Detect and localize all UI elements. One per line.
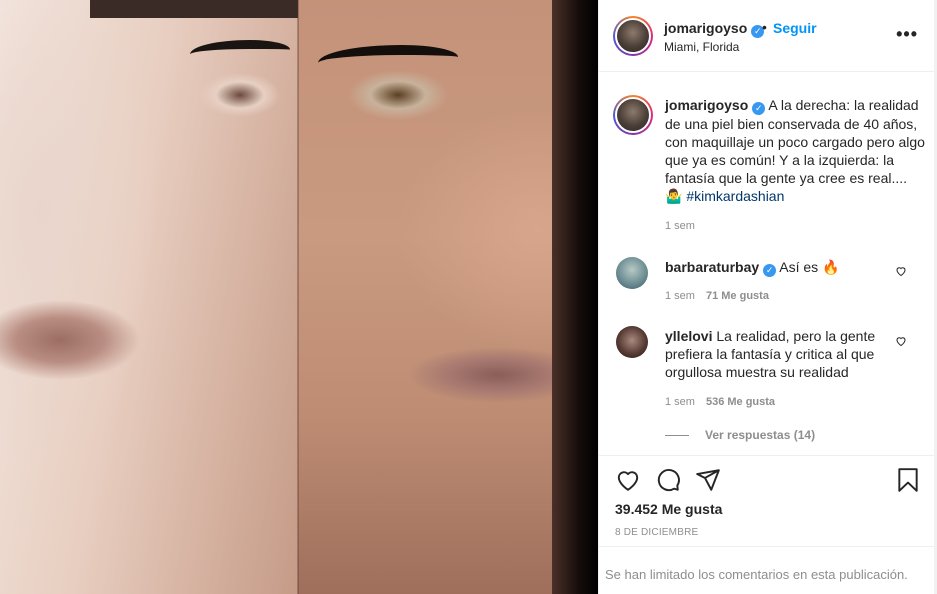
comment-text: Así es 🔥 (779, 259, 840, 275)
location-link[interactable]: Miami, Florida (664, 40, 739, 54)
caption-username[interactable]: jomarigoyso (665, 97, 748, 113)
avatar[interactable] (616, 257, 648, 289)
photo-lashes (318, 45, 458, 75)
comment-icon[interactable] (655, 467, 681, 493)
post-header: jomarigoyso ✓ • Seguir Miami, Florida ••• (599, 0, 934, 72)
comments-limited-notice: Se han limitado los comentarios en esta … (599, 546, 934, 594)
verified-icon: ✓ (763, 264, 777, 277)
separator-dot: • (762, 19, 767, 35)
photo-background (552, 0, 598, 594)
share-icon[interactable] (695, 467, 721, 493)
comment-time[interactable]: 1 sem (665, 290, 695, 302)
view-replies-button[interactable]: Ver respuestas (14) (665, 428, 815, 442)
heart-icon[interactable] (615, 467, 641, 493)
post-side-panel: jomarigoyso ✓ • Seguir Miami, Florida •••… (598, 0, 935, 594)
photo-left-half (0, 0, 298, 594)
more-icon[interactable]: ••• (896, 24, 918, 45)
avatar[interactable] (613, 95, 653, 135)
photo-hair (90, 0, 298, 18)
post-date[interactable]: 8 DE DICIEMBRE (615, 527, 698, 538)
photo-lashes (190, 40, 290, 64)
username[interactable]: jomarigoyso (664, 20, 747, 36)
comment-time[interactable]: 1 sem (665, 396, 695, 408)
heart-icon[interactable] (895, 265, 907, 277)
comment-username[interactable]: yllelovi (665, 328, 712, 344)
avatar[interactable] (613, 16, 653, 56)
comment-likes[interactable]: 536 Me gusta (706, 396, 775, 408)
comments-limited-text: Se han limitado los comentarios en esta … (605, 567, 908, 582)
bookmark-icon[interactable] (895, 467, 921, 493)
follow-button[interactable]: Seguir (773, 20, 817, 36)
comment-likes[interactable]: 71 Me gusta (706, 290, 769, 302)
photo-right-half (298, 0, 598, 594)
comments-list[interactable]: jomarigoyso ✓ A la derecha: la realidad d… (599, 73, 935, 456)
photo-divider (297, 0, 299, 594)
replies-line (665, 435, 689, 437)
post-photo[interactable] (0, 0, 598, 594)
caption-time[interactable]: 1 sem (665, 220, 695, 232)
comment-username[interactable]: barbaraturbay (665, 259, 759, 275)
action-bar (599, 457, 934, 503)
verified-icon: ✓ (752, 102, 766, 115)
avatar[interactable] (616, 326, 648, 358)
heart-icon[interactable] (895, 335, 907, 347)
caption-hashtag[interactable]: #kimkardashian (686, 188, 784, 204)
view-replies-label: Ver respuestas (14) (705, 428, 816, 442)
likes-count[interactable]: 39.452 Me gusta (615, 501, 722, 517)
